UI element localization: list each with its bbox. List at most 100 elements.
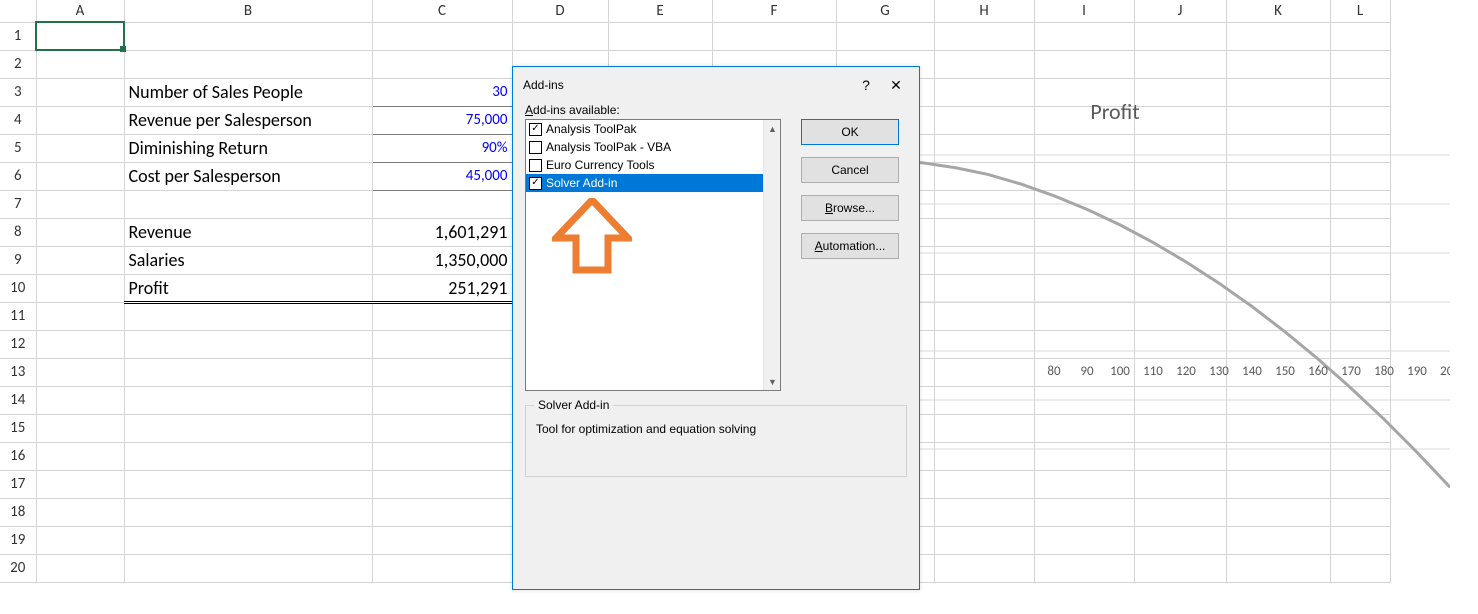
cell-C7[interactable] [372, 190, 512, 218]
col-header-A[interactable]: A [36, 0, 124, 22]
dialog-titlebar[interactable]: Add-ins ? ✕ [513, 67, 919, 97]
cell-A19[interactable] [36, 526, 124, 554]
cell-L2[interactable] [1330, 50, 1390, 78]
cell-I19[interactable] [1034, 526, 1134, 554]
addin-item-euro-currency-tools[interactable]: Euro Currency Tools [526, 156, 763, 174]
cell-I18[interactable] [1034, 498, 1134, 526]
cell-H1[interactable] [934, 22, 1034, 50]
cell-C18[interactable] [372, 498, 512, 526]
cell-A6[interactable] [36, 162, 124, 190]
col-header-C[interactable]: C [372, 0, 512, 22]
row-header-8[interactable]: 8 [0, 218, 36, 246]
cell-I2[interactable] [1034, 50, 1134, 78]
col-header-B[interactable]: B [124, 0, 372, 22]
row-header-16[interactable]: 16 [0, 442, 36, 470]
cell-F1[interactable] [712, 22, 836, 50]
col-header-K[interactable]: K [1226, 0, 1330, 22]
cell-J19[interactable] [1134, 526, 1226, 554]
cell-B17[interactable] [124, 470, 372, 498]
cell-B3[interactable]: Number of Sales People [124, 78, 372, 106]
cell-B8[interactable]: Revenue [124, 218, 372, 246]
addin-item-solver-add-in[interactable]: ✓Solver Add-in [526, 174, 763, 192]
cell-A14[interactable] [36, 386, 124, 414]
cell-C16[interactable] [372, 442, 512, 470]
cell-K2[interactable] [1226, 50, 1330, 78]
cell-K19[interactable] [1226, 526, 1330, 554]
cell-C11[interactable] [372, 302, 512, 330]
row-header-6[interactable]: 6 [0, 162, 36, 190]
cell-C6[interactable]: 45,000 [372, 162, 512, 190]
cell-C9[interactable]: 1,350,000 [372, 246, 512, 274]
cell-C1[interactable] [372, 22, 512, 50]
scroll-down-icon[interactable]: ▼ [764, 373, 781, 390]
row-header-19[interactable]: 19 [0, 526, 36, 554]
cell-A15[interactable] [36, 414, 124, 442]
cell-B6[interactable]: Cost per Salesperson [124, 162, 372, 190]
cell-B10[interactable]: Profit [124, 274, 372, 302]
cell-G1[interactable] [836, 22, 934, 50]
cell-C17[interactable] [372, 470, 512, 498]
close-icon[interactable]: ✕ [881, 77, 911, 94]
checkbox-icon[interactable] [529, 141, 542, 154]
row-header-18[interactable]: 18 [0, 498, 36, 526]
cell-L20[interactable] [1330, 554, 1390, 582]
checkbox-icon[interactable]: ✓ [529, 123, 542, 136]
addin-item-analysis-toolpak-vba[interactable]: Analysis ToolPak - VBA [526, 138, 763, 156]
cell-B20[interactable] [124, 554, 372, 582]
row-header-15[interactable]: 15 [0, 414, 36, 442]
col-header-H[interactable]: H [934, 0, 1034, 22]
cell-C10[interactable]: 251,291 [372, 274, 512, 302]
cell-B14[interactable] [124, 386, 372, 414]
cell-A8[interactable] [36, 218, 124, 246]
scroll-up-icon[interactable]: ▲ [764, 120, 781, 137]
cell-B4[interactable]: Revenue per Salesperson [124, 106, 372, 134]
cell-B11[interactable] [124, 302, 372, 330]
cell-A13[interactable] [36, 358, 124, 386]
row-header-10[interactable]: 10 [0, 274, 36, 302]
row-header-3[interactable]: 3 [0, 78, 36, 106]
cell-C3[interactable]: 30 [372, 78, 512, 106]
cell-L1[interactable] [1330, 22, 1390, 50]
cell-B19[interactable] [124, 526, 372, 554]
cell-C2[interactable] [372, 50, 512, 78]
browse-button[interactable]: Browse... [801, 195, 899, 221]
cell-J18[interactable] [1134, 498, 1226, 526]
cell-A16[interactable] [36, 442, 124, 470]
col-header-J[interactable]: J [1134, 0, 1226, 22]
help-icon[interactable]: ? [851, 77, 881, 93]
cell-B9[interactable]: Salaries [124, 246, 372, 274]
row-header-2[interactable]: 2 [0, 50, 36, 78]
cell-A11[interactable] [36, 302, 124, 330]
cell-A2[interactable] [36, 50, 124, 78]
cell-I20[interactable] [1034, 554, 1134, 582]
checkbox-icon[interactable]: ✓ [529, 177, 542, 190]
col-header-D[interactable]: D [512, 0, 608, 22]
cell-I1[interactable] [1034, 22, 1134, 50]
cell-B18[interactable] [124, 498, 372, 526]
col-header-G[interactable]: G [836, 0, 934, 22]
cell-H18[interactable] [934, 498, 1034, 526]
cell-B2[interactable] [124, 50, 372, 78]
cell-C8[interactable]: 1,601,291 [372, 218, 512, 246]
cell-C14[interactable] [372, 386, 512, 414]
cell-C20[interactable] [372, 554, 512, 582]
row-header-9[interactable]: 9 [0, 246, 36, 274]
cell-L18[interactable] [1330, 498, 1390, 526]
row-header-4[interactable]: 4 [0, 106, 36, 134]
row-header-14[interactable]: 14 [0, 386, 36, 414]
cell-C4[interactable]: 75,000 [372, 106, 512, 134]
cell-A18[interactable] [36, 498, 124, 526]
cell-D1[interactable] [512, 22, 608, 50]
cell-C5[interactable]: 90% [372, 134, 512, 162]
cell-H19[interactable] [934, 526, 1034, 554]
ok-button[interactable]: OK [801, 119, 899, 145]
cell-L19[interactable] [1330, 526, 1390, 554]
cell-K20[interactable] [1226, 554, 1330, 582]
col-header-F[interactable]: F [712, 0, 836, 22]
cell-A3[interactable] [36, 78, 124, 106]
cell-A12[interactable] [36, 330, 124, 358]
cell-C15[interactable] [372, 414, 512, 442]
row-header-12[interactable]: 12 [0, 330, 36, 358]
cell-B15[interactable] [124, 414, 372, 442]
col-header-E[interactable]: E [608, 0, 712, 22]
